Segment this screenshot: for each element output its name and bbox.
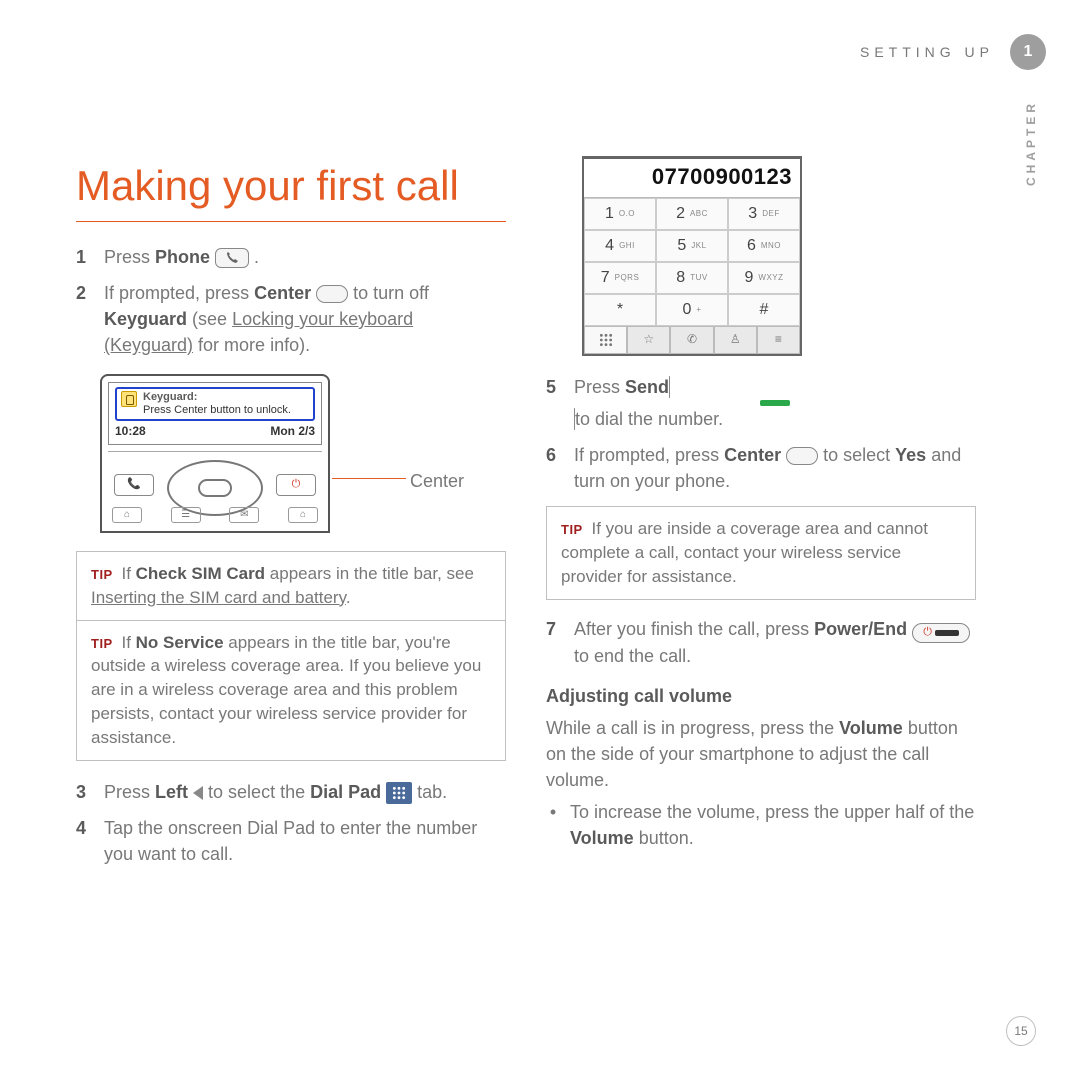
dialpad-tabs: ☆ ✆ ♙ ≡ <box>584 326 800 354</box>
dialpad-grid: 1O.O2ABC3DEF 4GHI5JKL6MNO 7PQRS8TUV9WXYZ *0… <box>584 198 800 326</box>
tab-favorites-icon[interactable]: ☆ <box>627 326 670 354</box>
hw-key-icon: ☰ <box>171 507 201 523</box>
device-body: Keyguard: Press Center button to unlock.… <box>100 374 330 533</box>
callout-line <box>332 478 406 479</box>
bullet-increase-volume: • To increase the volume, press the uppe… <box>546 799 976 851</box>
device-screen: Keyguard: Press Center button to unlock.… <box>108 382 322 445</box>
left-arrow-icon <box>193 786 203 800</box>
section-name: SETTING UP <box>860 44 994 60</box>
dialpad-key[interactable]: * <box>584 294 656 326</box>
dialpad-key[interactable]: 8TUV <box>656 262 728 294</box>
phone-hw-key-icon: 📞 <box>114 474 154 496</box>
center-button-icon <box>316 285 348 303</box>
step-1: 1 Press Phone . <box>76 244 506 270</box>
tip-label: TIP <box>91 636 113 651</box>
right-column: 07700900123 1O.O2ABC3DEF 4GHI5JKL6MNO 7PQR… <box>546 156 976 877</box>
phone-key-icon <box>215 248 249 268</box>
step-list-left-2: 3 Press Left to select the Dial Pad tab.… <box>76 779 506 867</box>
tip-no-service: TIP If No Service appears in the title b… <box>76 621 506 761</box>
step-list-right: 5 Press Send to dial the number. 6 If pr… <box>546 374 976 494</box>
tip-sim-card: TIP If Check SIM Card appears in the tit… <box>76 551 506 621</box>
page-title: Making your first call <box>76 156 506 217</box>
step-list-left: 1 Press Phone . 2 If prompted, press Cen… <box>76 244 506 358</box>
hw-key-icon: ✉ <box>229 507 259 523</box>
dialpad-key[interactable]: 0+ <box>656 294 728 326</box>
step-2: 2 If prompted, press Center to turn off … <box>76 280 506 358</box>
device-hardware-keys: 📞 ⏻ ⌂ ☰ ✉ ⌂ <box>108 451 322 525</box>
center-callout-label: Center <box>410 468 464 494</box>
left-column: Making your first call 1 Press Phone . 2 <box>76 156 506 877</box>
step-5: 5 Press Send to dial the number. <box>546 374 976 432</box>
device-illustration: Keyguard: Press Center button to unlock.… <box>100 374 460 533</box>
hw-key-icon: ⌂ <box>288 507 318 523</box>
step-3: 3 Press Left to select the Dial Pad tab. <box>76 779 506 805</box>
title-rule <box>76 221 506 222</box>
hw-key-icon: ⌂ <box>112 507 142 523</box>
tab-calls-icon[interactable]: ✆ <box>670 326 713 354</box>
tip-coverage: TIP If you are inside a coverage area an… <box>546 506 976 599</box>
page-header: SETTING UP 1 <box>860 34 1046 70</box>
dialpad-key[interactable]: 4GHI <box>584 230 656 262</box>
lock-icon <box>121 391 137 407</box>
tab-contacts-icon[interactable]: ♙ <box>714 326 757 354</box>
step-6: 6 If prompted, press Center to select Ye… <box>546 442 976 494</box>
page-number: 15 <box>1006 1016 1036 1046</box>
step-7: 7 After you finish the call, press Power… <box>546 616 976 669</box>
dialpad-display: 07700900123 <box>584 159 800 198</box>
dialpad-key[interactable]: 9WXYZ <box>728 262 800 294</box>
subtext-volume: While a call is in progress, press the V… <box>546 715 976 793</box>
dialpad-key[interactable]: 7PQRS <box>584 262 656 294</box>
subheading-adjust-volume: Adjusting call volume <box>546 683 976 709</box>
dialpad-key[interactable]: # <box>728 294 800 326</box>
tip-label: TIP <box>561 522 583 537</box>
chapter-vertical-label: CHAPTER <box>1024 100 1038 186</box>
dialpad-key[interactable]: 5JKL <box>656 230 728 262</box>
tip-label: TIP <box>91 567 113 582</box>
center-button-icon <box>786 447 818 465</box>
dialpad-key[interactable]: 2ABC <box>656 198 728 230</box>
power-hw-key-icon: ⏻ <box>276 474 316 496</box>
device-date: Mon 2/3 <box>270 423 315 440</box>
dialpad-tab-icon <box>386 782 412 804</box>
device-time: 10:28 <box>115 423 146 440</box>
chapter-number-badge: 1 <box>1010 34 1046 70</box>
sim-card-link[interactable]: Inserting the SIM card and battery <box>91 588 346 607</box>
center-hw-button <box>198 479 232 497</box>
onscreen-dialpad: 07700900123 1O.O2ABC3DEF 4GHI5JKL6MNO 7PQR… <box>582 156 802 356</box>
tab-dialpad-icon[interactable] <box>584 326 627 354</box>
power-end-key-icon: ⏻ <box>912 623 970 643</box>
step-list-right-2: 7 After you finish the call, press Power… <box>546 616 976 669</box>
dialpad-key[interactable]: 3DEF <box>728 198 800 230</box>
dialpad-key[interactable]: 1O.O <box>584 198 656 230</box>
tab-list-icon[interactable]: ≡ <box>757 326 800 354</box>
dialpad-key[interactable]: 6MNO <box>728 230 800 262</box>
step-4: 4 Tap the onscreen Dial Pad to enter the… <box>76 815 506 867</box>
